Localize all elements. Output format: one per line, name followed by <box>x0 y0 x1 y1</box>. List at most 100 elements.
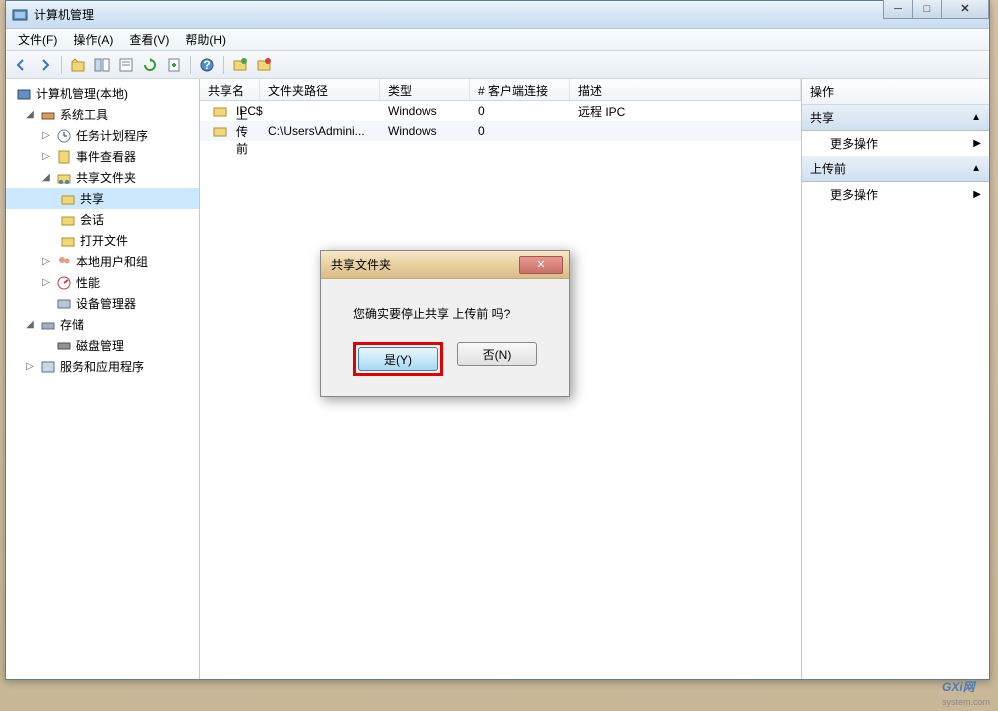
yes-button[interactable]: 是(Y) <box>358 347 438 371</box>
expand-icon[interactable]: ▷ <box>40 277 52 288</box>
menu-action[interactable]: 操作(A) <box>65 28 121 51</box>
collapse-icon[interactable]: ◢ <box>24 109 36 120</box>
highlight-annotation: 是(Y) <box>353 342 443 376</box>
toolbar-separator <box>190 56 191 74</box>
tree-share[interactable]: 共享 <box>6 188 199 209</box>
chevron-right-icon: ▶ <box>973 138 981 149</box>
tree-label: 任务计划程序 <box>76 127 148 144</box>
toolbar: ? <box>6 51 989 79</box>
navigation-tree: 计算机管理(本地) ◢系统工具 ▷ 任务计划程序 ▷ 事件查看器 ◢ 共享文件夹 共享… <box>6 79 200 679</box>
watermark: GXi网 system.com <box>942 671 990 707</box>
expand-icon[interactable]: ▷ <box>24 361 36 372</box>
tree-openfile[interactable]: 打开文件 <box>6 230 199 251</box>
tree-event[interactable]: ▷ 事件查看器 <box>6 146 199 167</box>
tree-label: 存储 <box>60 316 84 333</box>
tree-root[interactable]: 计算机管理(本地) <box>6 83 199 104</box>
new-share-button[interactable] <box>229 54 251 76</box>
cell-path <box>260 109 380 113</box>
properties-button[interactable] <box>115 54 137 76</box>
expand-icon[interactable]: ▷ <box>40 130 52 141</box>
titlebar: 计算机管理 ─ □ ✕ <box>6 1 989 29</box>
tree-task[interactable]: ▷ 任务计划程序 <box>6 125 199 146</box>
col-desc[interactable]: 描述 <box>570 79 801 100</box>
collapse-icon[interactable]: ◢ <box>40 172 52 183</box>
forward-button[interactable] <box>34 54 56 76</box>
col-path[interactable]: 文件夹路径 <box>260 79 380 100</box>
action-label: 更多操作 <box>830 135 878 152</box>
tree-label: 共享 <box>80 190 104 207</box>
cell-desc: 远程 IPC <box>570 101 801 122</box>
no-button[interactable]: 否(N) <box>457 342 537 366</box>
expand-icon[interactable]: ▷ <box>40 256 52 267</box>
stop-share-button[interactable] <box>253 54 275 76</box>
section-label: 共享 <box>810 109 834 126</box>
tree-label: 服务和应用程序 <box>60 358 144 375</box>
watermark-main: GXi网 <box>942 680 975 694</box>
action-section-upload[interactable]: 上传前▲ <box>802 156 989 182</box>
share-icon <box>212 123 228 139</box>
show-hide-tree-button[interactable] <box>91 54 113 76</box>
tree-label: 计算机管理(本地) <box>36 85 128 102</box>
cell-clients: 0 <box>470 122 570 140</box>
actions-panel: 操作 共享▲ 更多操作▶ 上传前▲ 更多操作▶ <box>801 79 989 679</box>
collapse-icon[interactable]: ◢ <box>24 319 36 330</box>
tree-label: 磁盘管理 <box>76 337 124 354</box>
cell-type: Windows <box>380 122 470 140</box>
dialog-title-text: 共享文件夹 <box>331 256 391 273</box>
chevron-right-icon: ▶ <box>973 189 981 200</box>
tree-label: 打开文件 <box>80 232 128 249</box>
actions-title: 操作 <box>802 79 989 105</box>
col-type[interactable]: 类型 <box>380 79 470 100</box>
cell-desc <box>570 129 801 133</box>
up-button[interactable] <box>67 54 89 76</box>
close-button[interactable]: ✕ <box>941 0 989 19</box>
collapse-icon: ▲ <box>971 163 981 174</box>
refresh-button[interactable] <box>139 54 161 76</box>
minimize-button[interactable]: ─ <box>883 0 913 19</box>
cell-type: Windows <box>380 102 470 120</box>
tree-label: 本地用户和组 <box>76 253 148 270</box>
expand-icon[interactable]: ▷ <box>40 151 52 162</box>
window-controls: ─ □ ✕ <box>884 0 989 19</box>
list-header: 共享名 文件夹路径 类型 # 客户端连接 描述 <box>200 79 801 101</box>
svg-text:?: ? <box>203 58 210 72</box>
toolbar-separator <box>61 56 62 74</box>
col-name[interactable]: 共享名 <box>200 79 260 100</box>
tree-devmgr[interactable]: 设备管理器 <box>6 293 199 314</box>
tree-session[interactable]: 会话 <box>6 209 199 230</box>
confirm-dialog: 共享文件夹 ✕ 您确实要停止共享 上传前 吗? 是(Y) 否(N) <box>320 250 570 397</box>
action-more[interactable]: 更多操作 ▶ <box>802 182 989 207</box>
toolbar-separator <box>223 56 224 74</box>
window-title: 计算机管理 <box>34 6 989 23</box>
tree-perf[interactable]: ▷ 性能 <box>6 272 199 293</box>
tree-label: 事件查看器 <box>76 148 136 165</box>
help-button[interactable]: ? <box>196 54 218 76</box>
menu-file[interactable]: 文件(F) <box>10 28 65 51</box>
export-button[interactable] <box>163 54 185 76</box>
tree-services[interactable]: ▷ 服务和应用程序 <box>6 356 199 377</box>
back-button[interactable] <box>10 54 32 76</box>
cell-name: 上传前 <box>236 106 252 157</box>
tree-label: 共享文件夹 <box>76 169 136 186</box>
list-row[interactable]: IPC$ Windows 0 远程 IPC <box>200 101 801 121</box>
menu-help[interactable]: 帮助(H) <box>177 28 234 51</box>
menu-view[interactable]: 查看(V) <box>121 28 177 51</box>
col-clients[interactable]: # 客户端连接 <box>470 79 570 100</box>
tree-systools[interactable]: ◢系统工具 <box>6 104 199 125</box>
maximize-button[interactable]: □ <box>912 0 942 19</box>
app-icon <box>12 7 28 23</box>
tree-shared[interactable]: ◢ 共享文件夹 <box>6 167 199 188</box>
tree-label: 会话 <box>80 211 104 228</box>
list-row[interactable]: 上传前 C:\Users\Admini... Windows 0 <box>200 121 801 141</box>
main-area: 共享名 文件夹路径 类型 # 客户端连接 描述 IPC$ Windows 0 远… <box>200 79 989 679</box>
action-label: 更多操作 <box>830 186 878 203</box>
dialog-message: 您确实要停止共享 上传前 吗? <box>321 279 569 342</box>
action-more[interactable]: 更多操作 ▶ <box>802 131 989 156</box>
dialog-close-button[interactable]: ✕ <box>519 256 563 274</box>
tree-label: 性能 <box>76 274 100 291</box>
tree-storage[interactable]: ◢ 存储 <box>6 314 199 335</box>
action-section-share[interactable]: 共享▲ <box>802 105 989 131</box>
menubar: 文件(F) 操作(A) 查看(V) 帮助(H) <box>6 29 989 51</box>
tree-diskmgr[interactable]: 磁盘管理 <box>6 335 199 356</box>
tree-users[interactable]: ▷ 本地用户和组 <box>6 251 199 272</box>
